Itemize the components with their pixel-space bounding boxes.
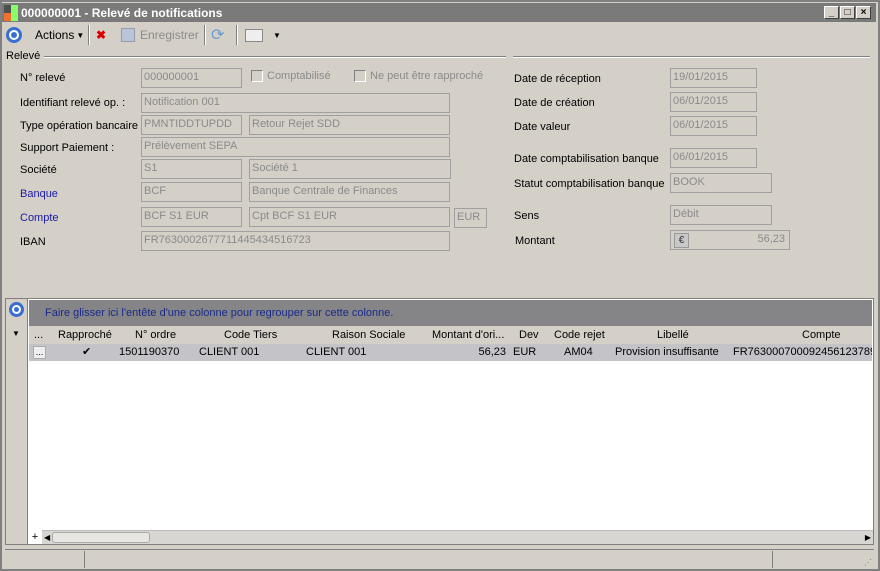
status-bar: ⋰ xyxy=(5,549,874,568)
valeur-date-field[interactable]: 06/01/2015 xyxy=(670,116,757,136)
add-row-button[interactable]: + xyxy=(29,530,41,544)
compte-libelle-field[interactable]: Cpt BCF S1 EUR xyxy=(249,207,450,227)
numero-field[interactable]: 000000001 xyxy=(141,68,242,88)
group-panel[interactable]: Faire glisser ici l'entête d'une colonne… xyxy=(29,300,872,326)
sens-label: Sens xyxy=(514,210,540,222)
scroll-right-icon[interactable]: ▶ xyxy=(865,533,871,542)
banque-code-field[interactable]: BCF xyxy=(141,182,242,202)
iban-field[interactable]: FR7630002677711445434516723 xyxy=(141,231,450,251)
navigate-icon[interactable] xyxy=(6,25,22,45)
identifiant-field[interactable]: Notification 001 xyxy=(141,93,450,113)
maximize-button[interactable]: □ xyxy=(840,6,855,19)
cell-montant: 56,23 xyxy=(478,346,506,358)
identifiant-label: Identifiant relevé op. : xyxy=(20,97,126,109)
scroll-left-icon[interactable]: ◀ xyxy=(44,533,50,542)
numero-label: N° relevé xyxy=(20,72,66,84)
type-libelle-field[interactable]: Retour Rejet SDD xyxy=(249,115,450,135)
column-header-ordre[interactable]: N° ordre xyxy=(135,327,176,344)
horizontal-scrollbar[interactable]: ◀ ▶ xyxy=(42,530,873,544)
compte-code-field[interactable]: BCF S1 EUR xyxy=(141,207,242,227)
column-header[interactable]: ... xyxy=(34,327,43,344)
compta-date-field[interactable]: 06/01/2015 xyxy=(670,148,757,168)
societe-code-field[interactable]: S1 xyxy=(141,159,242,179)
support-label: Support Paiement : xyxy=(20,142,115,154)
separator xyxy=(88,25,90,45)
delete-icon[interactable]: ✖ xyxy=(96,25,106,45)
resize-grip-icon[interactable]: ⋰ xyxy=(864,558,872,567)
banque-libelle-field[interactable]: Banque Centrale de Finances xyxy=(249,182,450,202)
creation-label: Date de création xyxy=(514,97,595,109)
column-header-dev[interactable]: Dev xyxy=(519,327,539,344)
cell-ordre: 1501190370 xyxy=(119,346,180,358)
type-code-field[interactable]: PMNTIDDTUPDD xyxy=(141,115,242,135)
grid-options-icon[interactable] xyxy=(9,302,24,317)
minimize-button[interactable]: _ xyxy=(824,6,839,19)
refresh-icon[interactable]: ⟳ xyxy=(211,25,224,45)
creation-date-field[interactable]: 06/01/2015 xyxy=(670,92,757,112)
cell-compte: FR7630007000924561237890 xyxy=(733,346,872,358)
title-bar: 000000001 - Relevé de notifications _ □ … xyxy=(2,3,876,22)
close-button[interactable]: × xyxy=(856,6,871,19)
scrollbar-thumb[interactable] xyxy=(52,532,150,543)
montant-label: Montant xyxy=(515,235,555,247)
compte-link[interactable]: Compte xyxy=(20,212,59,224)
column-header-rapproche[interactable]: Rapproché xyxy=(58,327,112,344)
separator xyxy=(236,25,238,45)
euro-icon: € xyxy=(674,233,689,248)
chevron-down-icon[interactable]: ▼ xyxy=(12,329,20,338)
reception-date-field[interactable]: 19/01/2015 xyxy=(670,68,757,88)
montant-field[interactable]: €56,23 xyxy=(670,230,790,250)
actions-menu[interactable]: Actions ▼ xyxy=(35,25,84,45)
column-header-montant[interactable]: Montant d'ori... xyxy=(432,327,504,344)
statut-field[interactable]: BOOK xyxy=(670,173,772,193)
row-selector[interactable]: ... xyxy=(33,346,46,359)
save-icon xyxy=(121,28,135,42)
cell-code-tiers: CLIENT 001 xyxy=(199,346,260,358)
app-icon xyxy=(4,4,18,21)
column-header-libelle[interactable]: Libellé xyxy=(657,327,689,344)
column-header-code-rejet[interactable]: Code rejet xyxy=(554,327,605,344)
type-label: Type opération bancaire xyxy=(20,120,139,132)
print-icon[interactable]: ▼ xyxy=(245,25,281,45)
column-header-code-tiers[interactable]: Code Tiers xyxy=(224,327,277,344)
data-grid: ▼ Faire glisser ici l'entête d'une colon… xyxy=(5,298,874,545)
column-header-raison-sociale[interactable]: Raison Sociale xyxy=(332,327,405,344)
statut-label: Statut comptabilisation banque xyxy=(514,178,665,190)
compte-devise-field[interactable]: EUR xyxy=(454,208,487,228)
sens-field[interactable]: Débit xyxy=(670,205,772,225)
divider xyxy=(44,56,506,58)
rapproche-check-icon: ✔ xyxy=(82,346,92,358)
cell-libelle: Provision insuffisante xyxy=(615,346,719,358)
reception-label: Date de réception xyxy=(514,73,601,85)
support-field[interactable]: Prélèvement SEPA xyxy=(141,137,450,157)
rapproche-checkbox[interactable]: Ne peut être rapproché xyxy=(354,70,483,82)
save-button[interactable]: Enregistrer xyxy=(121,25,199,45)
banque-link[interactable]: Banque xyxy=(20,188,58,200)
comptabilise-checkbox[interactable]: Comptabilisé xyxy=(251,70,331,82)
cell-code-rejet: AM04 xyxy=(564,346,593,358)
cell-dev: EUR xyxy=(513,346,537,358)
column-header-compte[interactable]: Compte xyxy=(802,327,841,344)
compta-label: Date comptabilisation banque xyxy=(514,153,659,165)
societe-libelle-field[interactable]: Société 1 xyxy=(249,159,451,179)
cell-raison-sociale: CLIENT 001 xyxy=(306,346,367,358)
window-title: 000000001 - Relevé de notifications xyxy=(21,5,223,20)
iban-label: IBAN xyxy=(20,236,46,248)
divider xyxy=(513,56,870,58)
societe-label: Société xyxy=(20,164,57,176)
separator xyxy=(204,25,206,45)
section-label: Relevé xyxy=(6,50,41,62)
valeur-label: Date valeur xyxy=(514,121,571,133)
